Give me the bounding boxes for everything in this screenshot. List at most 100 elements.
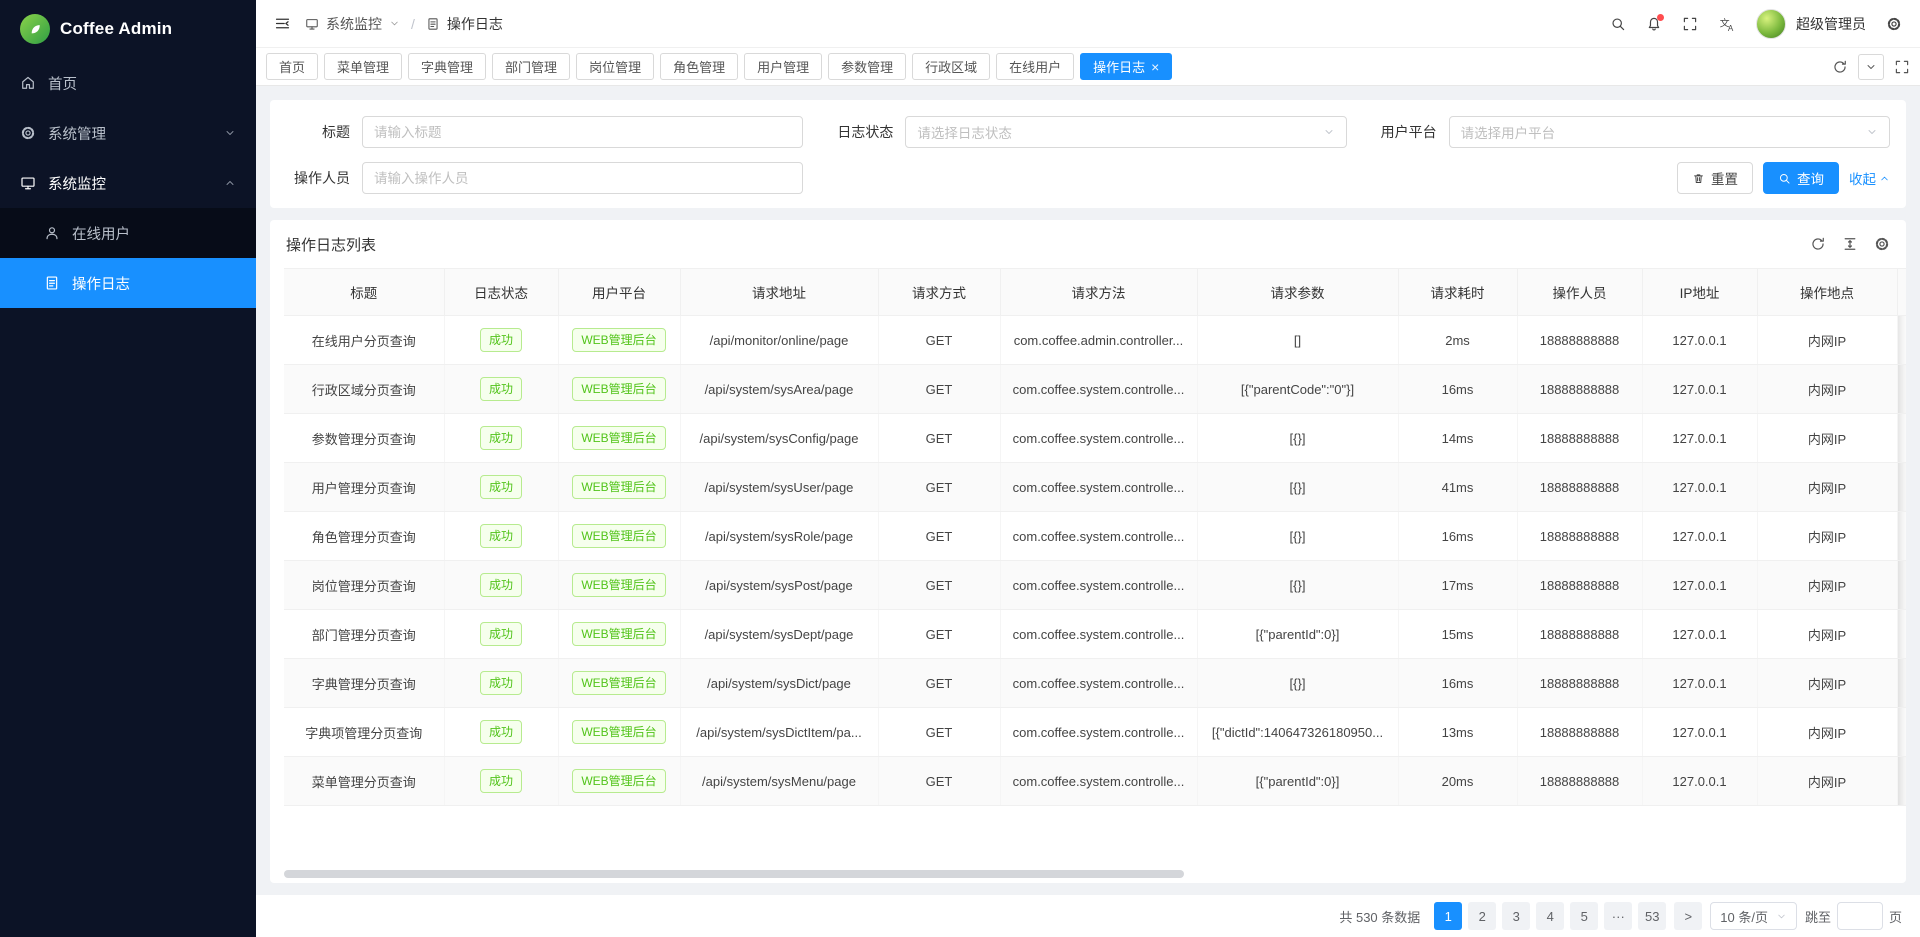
location-cell: 内网IP: [1757, 659, 1897, 708]
status-select[interactable]: 请选择日志状态: [905, 116, 1346, 148]
operator-input[interactable]: [362, 162, 803, 194]
params-cell: [{}]: [1197, 414, 1398, 463]
collapse-link[interactable]: 收起: [1849, 168, 1890, 188]
refresh-icon[interactable]: [1810, 236, 1826, 252]
tab-7[interactable]: 参数管理: [828, 53, 906, 80]
tab-3[interactable]: 部门管理: [492, 53, 570, 80]
sidebar-item-system-monitor[interactable]: 系统监控: [0, 158, 256, 208]
platform-cell: WEB管理后台: [558, 561, 680, 610]
expand-icon[interactable]: [1894, 59, 1910, 75]
operator-cell: 18888888888: [1517, 414, 1642, 463]
params-cell: [{"parentId":0}]: [1197, 610, 1398, 659]
tab-0[interactable]: 首页: [266, 53, 318, 80]
gear-icon: [20, 125, 36, 141]
action-cell: [1897, 414, 1906, 463]
reset-button[interactable]: 重置: [1677, 162, 1753, 194]
fullscreen-icon[interactable]: [1682, 16, 1698, 32]
page-size-select[interactable]: 10 条/页: [1710, 902, 1797, 930]
params-cell: [{}]: [1197, 561, 1398, 610]
tab-6[interactable]: 用户管理: [744, 53, 822, 80]
column-settings-gear-icon[interactable]: [1874, 236, 1890, 252]
translate-icon[interactable]: [1718, 15, 1736, 33]
page-button-1[interactable]: 1: [1434, 902, 1462, 930]
avatar[interactable]: [1756, 9, 1786, 39]
column-header: 操作地点: [1757, 269, 1897, 316]
method-cell: GET: [878, 414, 1000, 463]
page-button-2[interactable]: 2: [1468, 902, 1496, 930]
tab-label: 行政区域: [925, 57, 977, 76]
horizontal-scrollbar[interactable]: [284, 870, 1184, 878]
page-button-5[interactable]: 5: [1570, 902, 1598, 930]
status-cell: 成功: [444, 512, 558, 561]
tab-label: 角色管理: [673, 57, 725, 76]
operator-cell: 18888888888: [1517, 463, 1642, 512]
column-header: 请求参数: [1197, 269, 1398, 316]
status-cell: 成功: [444, 708, 558, 757]
platform-cell: WEB管理后台: [558, 463, 680, 512]
sidebar-item-home[interactable]: 首页: [0, 58, 256, 108]
column-header: 标题: [284, 269, 444, 316]
page-button-53[interactable]: 53: [1638, 902, 1666, 930]
duration-cell: 15ms: [1398, 610, 1517, 659]
tab-1[interactable]: 菜单管理: [324, 53, 402, 80]
status-cell: 成功: [444, 610, 558, 659]
tab-9[interactable]: 在线用户: [996, 53, 1074, 80]
search-icon: [1778, 172, 1791, 185]
logo-leaf-icon: [20, 14, 50, 44]
close-icon[interactable]: ×: [1151, 60, 1159, 74]
tab-label: 在线用户: [1009, 57, 1061, 76]
action-cell: [1897, 561, 1906, 610]
sidebar-item-online-users[interactable]: 在线用户: [0, 208, 256, 258]
settings-gear-icon[interactable]: [1886, 16, 1902, 32]
platform-select[interactable]: 请选择用户平台: [1449, 116, 1890, 148]
tab-8[interactable]: 行政区域: [912, 53, 990, 80]
jump-prefix: 跳至: [1805, 907, 1831, 926]
page-size-value: 10 条/页: [1720, 907, 1768, 926]
breadcrumb-level2: 操作日志: [447, 14, 503, 34]
next-page-button[interactable]: >: [1674, 902, 1702, 930]
tab-4[interactable]: 岗位管理: [576, 53, 654, 80]
title-cell: 角色管理分页查询: [284, 512, 444, 561]
logo: Coffee Admin: [0, 0, 256, 58]
tab-5[interactable]: 角色管理: [660, 53, 738, 80]
params-cell: [{"dictId":140647326180950...: [1197, 708, 1398, 757]
tab-dropdown-button[interactable]: [1858, 54, 1884, 80]
location-cell: 内网IP: [1757, 414, 1897, 463]
column-header: 日志状态: [444, 269, 558, 316]
platform-badge: WEB管理后台: [572, 328, 665, 352]
query-button[interactable]: 查询: [1763, 162, 1839, 194]
tab-10[interactable]: 操作日志×: [1080, 53, 1172, 80]
menu-fold-icon[interactable]: [274, 15, 291, 32]
duration-cell: 13ms: [1398, 708, 1517, 757]
sidebar-item-system-management[interactable]: 系统管理: [0, 108, 256, 158]
tab-2[interactable]: 字典管理: [408, 53, 486, 80]
title-input[interactable]: [362, 116, 803, 148]
breadcrumb-level1[interactable]: 系统监控: [326, 14, 382, 34]
action-cell: [1897, 365, 1906, 414]
page-button-4[interactable]: 4: [1536, 902, 1564, 930]
params-cell: [{}]: [1197, 659, 1398, 708]
duration-cell: 14ms: [1398, 414, 1517, 463]
refresh-icon[interactable]: [1832, 59, 1848, 75]
table-wrapper: 标题日志状态用户平台请求地址请求方式请求方法请求参数请求耗时操作人员IP地址操作…: [270, 268, 1906, 883]
username[interactable]: 超级管理员: [1796, 14, 1866, 34]
action-cell: [1897, 708, 1906, 757]
tab-label: 首页: [279, 57, 305, 76]
ip-cell: 127.0.0.1: [1642, 316, 1757, 365]
sidebar-item-operation-log[interactable]: 操作日志: [0, 258, 256, 308]
page-button-3[interactable]: 3: [1502, 902, 1530, 930]
method-cell: GET: [878, 610, 1000, 659]
sidebar-item-label: 首页: [48, 73, 77, 94]
row-height-icon[interactable]: [1842, 236, 1858, 252]
jump-page-input[interactable]: [1837, 902, 1883, 930]
table-body: 在线用户分页查询成功WEB管理后台/api/monitor/online/pag…: [284, 316, 1906, 806]
page-button-···[interactable]: ···: [1604, 902, 1632, 930]
table-toolbar: [1810, 236, 1890, 252]
platform-cell: WEB管理后台: [558, 414, 680, 463]
search-icon[interactable]: [1610, 16, 1626, 32]
notification-bell[interactable]: [1646, 16, 1662, 32]
file-icon: [44, 275, 60, 291]
title-cell: 参数管理分页查询: [284, 414, 444, 463]
table-row: 行政区域分页查询成功WEB管理后台/api/system/sysArea/pag…: [284, 365, 1906, 414]
action-cell: [1897, 316, 1906, 365]
